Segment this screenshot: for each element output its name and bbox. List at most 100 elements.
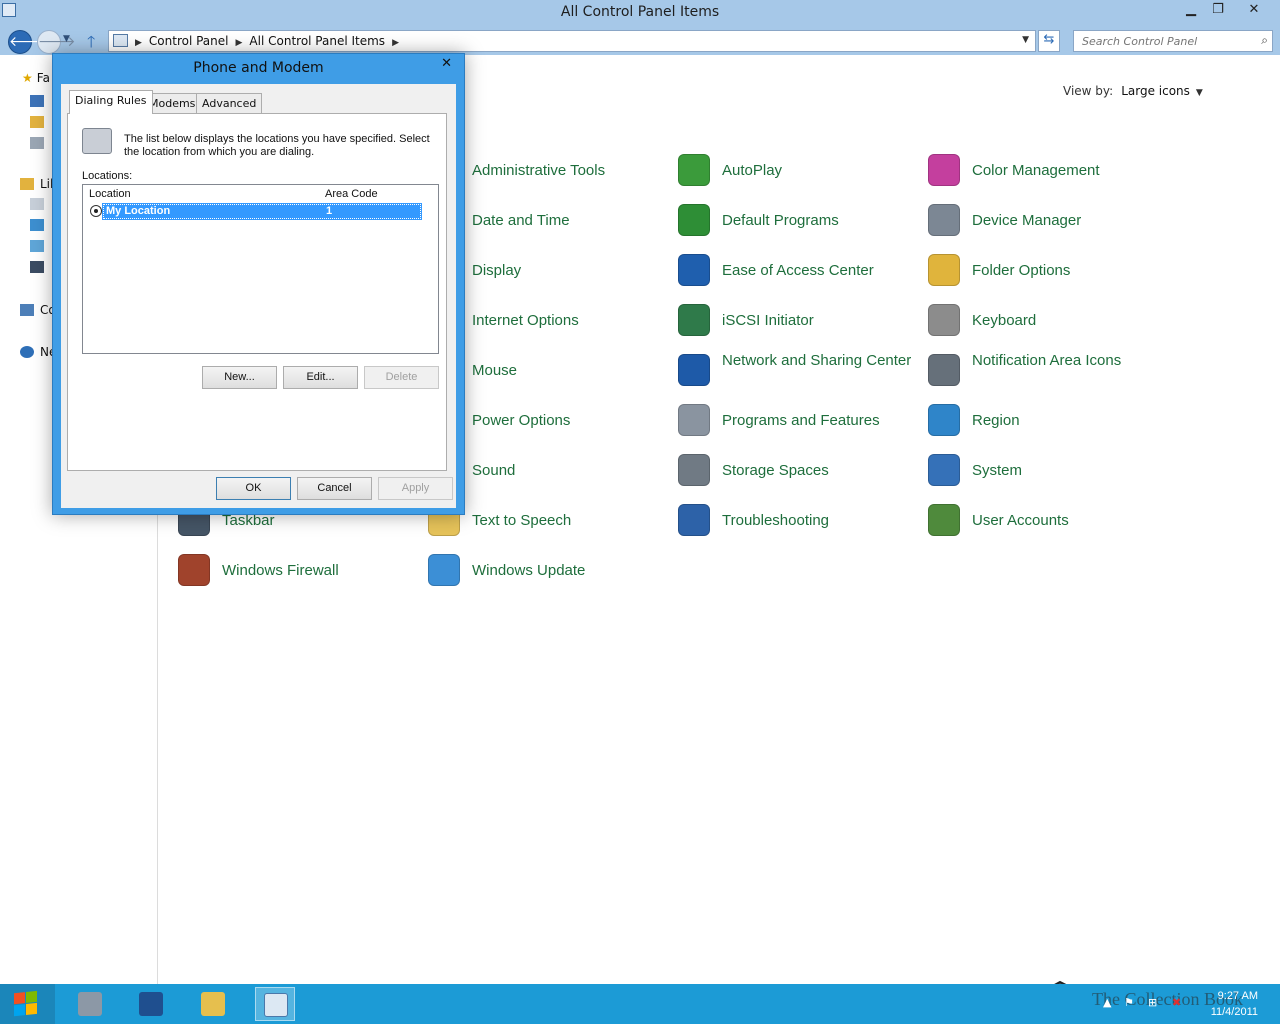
- cp-item-color-management[interactable]: Color Management: [928, 152, 1168, 188]
- tab-advanced[interactable]: Advanced: [196, 93, 263, 113]
- cp-item-label: Mouse: [472, 362, 518, 379]
- breadcrumb-all-items[interactable]: All Control Panel Items: [249, 34, 385, 48]
- clock-date: 11/4/2011: [1210, 1006, 1258, 1018]
- taskbar-control-panel[interactable]: [255, 987, 295, 1021]
- close-button[interactable]: ✕: [1239, 0, 1269, 22]
- cp-item-system[interactable]: System: [928, 452, 1168, 488]
- computer-icon: [20, 304, 34, 316]
- sidebar-item-favorites[interactable]: ★ Fa: [22, 71, 50, 85]
- location-name: My Location: [106, 205, 171, 217]
- refresh-button[interactable]: ⇆: [1038, 30, 1060, 52]
- dialing-rules-panel: The list below displays the locations yo…: [67, 113, 447, 471]
- navigation-bar: 🡐 🡒 ▼ 🡑 ▶ Control Panel ▶ All Control Panel…: [0, 28, 1280, 55]
- cancel-button[interactable]: Cancel: [297, 477, 372, 500]
- table-row[interactable]: My Location 1: [102, 203, 422, 220]
- forward-button[interactable]: 🡒: [37, 30, 76, 54]
- cp-item-label: iSCSI Initiator: [722, 312, 814, 329]
- pictures-icon[interactable]: [30, 240, 44, 252]
- cp-item-iscsi-initiator[interactable]: iSCSI Initiator: [678, 302, 918, 338]
- cp-item-default-programs[interactable]: Default Programs: [678, 202, 918, 238]
- windows-logo-icon: [14, 990, 38, 1018]
- search-input[interactable]: [1074, 31, 1254, 51]
- chevron-right-icon[interactable]: ▶: [236, 38, 243, 48]
- action-center-flag-icon[interactable]: ⚑: [1124, 996, 1134, 1009]
- cp-item-programs-and-features[interactable]: Programs and Features: [678, 402, 918, 438]
- sidebar-item-libraries[interactable]: Lil: [20, 177, 53, 191]
- phone-and-modem-dialog: Phone and Modem ✕ Dialing Rules Modems A…: [52, 53, 465, 515]
- delete-button[interactable]: Delete: [364, 366, 439, 389]
- dialog-close-button[interactable]: ✕: [441, 56, 452, 71]
- cp-item-label: Notification Area Icons: [972, 352, 1122, 369]
- sidebar-item-network[interactable]: Ne: [20, 345, 56, 359]
- cp-item-region[interactable]: Region: [928, 402, 1168, 438]
- chevron-right-icon[interactable]: ▶: [392, 38, 399, 48]
- tab-dialing-rules[interactable]: Dialing Rules: [69, 90, 153, 114]
- window-title: All Control Panel Items: [560, 4, 720, 20]
- clock[interactable]: 9:27 AM 11/4/2011: [1211, 988, 1258, 1020]
- cp-item-label: Display: [472, 262, 522, 279]
- system-icon: [928, 454, 960, 486]
- address-bar[interactable]: ▶ Control Panel ▶ All Control Panel Items ▶ …: [108, 30, 1036, 52]
- cp-item-label: Network and Sharing Center: [722, 352, 912, 369]
- locations-label: Locations:: [82, 170, 133, 182]
- iscsi-initiator-icon: [678, 304, 710, 336]
- back-button[interactable]: 🡐: [8, 30, 47, 54]
- cp-item-troubleshooting[interactable]: Troubleshooting: [678, 502, 918, 538]
- taskbar-powershell[interactable]: [131, 987, 171, 1021]
- control-panel-icon: [264, 993, 288, 1017]
- cp-item-user-accounts[interactable]: User Accounts: [928, 502, 1168, 538]
- cp-item-label: User Accounts: [972, 512, 1069, 529]
- minimize-button[interactable]: ▁: [1176, 0, 1206, 22]
- show-hidden-icons-icon[interactable]: ▲: [1103, 996, 1111, 1009]
- window-titlebar: All Control Panel Items ▁ ❐ ✕: [0, 0, 1280, 28]
- cp-item-label: Default Programs: [722, 212, 839, 229]
- start-button[interactable]: [0, 984, 55, 1024]
- documents-icon[interactable]: [30, 198, 44, 210]
- telephone-icon: [82, 128, 112, 154]
- recent-places-icon[interactable]: [30, 137, 44, 149]
- taskbar-server-manager[interactable]: [70, 987, 110, 1021]
- volume-muted-icon[interactable]: ✖: [1172, 996, 1181, 1009]
- cp-item-notification-area-icons[interactable]: Notification Area Icons: [928, 352, 1168, 388]
- cp-item-autoplay[interactable]: AutoPlay: [678, 152, 918, 188]
- chevron-right-icon: ▶: [135, 38, 142, 48]
- apply-button[interactable]: Apply: [378, 477, 453, 500]
- cp-item-windows-update[interactable]: Windows Update: [428, 552, 668, 588]
- cp-item-label: Troubleshooting: [722, 512, 830, 529]
- cp-item-windows-firewall[interactable]: Windows Firewall: [178, 552, 418, 588]
- column-header-area-code[interactable]: Area Code: [325, 188, 378, 200]
- new-button[interactable]: New...: [202, 366, 277, 389]
- sidebar-item-computer[interactable]: Co: [20, 303, 56, 317]
- desktop-icon[interactable]: [30, 95, 44, 107]
- search-box[interactable]: ⌕: [1073, 30, 1273, 52]
- music-icon[interactable]: [30, 219, 44, 231]
- locations-list[interactable]: Location Area Code My Location 1: [82, 184, 439, 354]
- cp-item-label: Windows Firewall: [222, 562, 339, 579]
- downloads-icon[interactable]: [30, 116, 44, 128]
- cp-item-device-manager[interactable]: Device Manager: [928, 202, 1168, 238]
- dialog-title: Phone and Modem: [193, 60, 324, 76]
- default-programs-icon: [678, 204, 710, 236]
- chevron-down-icon[interactable]: ▼: [1196, 88, 1203, 98]
- cp-item-label: Color Management: [972, 162, 1100, 179]
- view-by-value[interactable]: Large icons: [1121, 84, 1190, 98]
- search-icon[interactable]: ⌕: [1261, 33, 1268, 48]
- taskbar-file-explorer[interactable]: [193, 987, 233, 1021]
- cp-item-storage-spaces[interactable]: Storage Spaces: [678, 452, 918, 488]
- network-status-icon[interactable]: ⊞: [1148, 996, 1157, 1009]
- cp-item-folder-options[interactable]: Folder Options: [928, 252, 1168, 288]
- dialog-body: Dialing Rules Modems Advanced The list b…: [61, 84, 456, 508]
- videos-icon[interactable]: [30, 261, 44, 273]
- address-dropdown-icon[interactable]: ▼: [1022, 35, 1029, 45]
- cp-item-keyboard[interactable]: Keyboard: [928, 302, 1168, 338]
- cp-item-ease-of-access-center[interactable]: Ease of Access Center: [678, 252, 918, 288]
- breadcrumb-control-panel[interactable]: Control Panel: [149, 34, 229, 48]
- view-by-control[interactable]: View by: Large icons ▼: [1063, 84, 1203, 98]
- ok-button[interactable]: OK: [216, 477, 291, 500]
- default-location-radio[interactable]: [90, 205, 102, 217]
- edit-button[interactable]: Edit...: [283, 366, 358, 389]
- recent-pages-dropdown[interactable]: ▼: [63, 34, 70, 44]
- column-header-location[interactable]: Location: [89, 188, 131, 200]
- maximize-button[interactable]: ❐: [1203, 0, 1233, 22]
- cp-item-network-and-sharing-center[interactable]: Network and Sharing Center: [678, 352, 918, 388]
